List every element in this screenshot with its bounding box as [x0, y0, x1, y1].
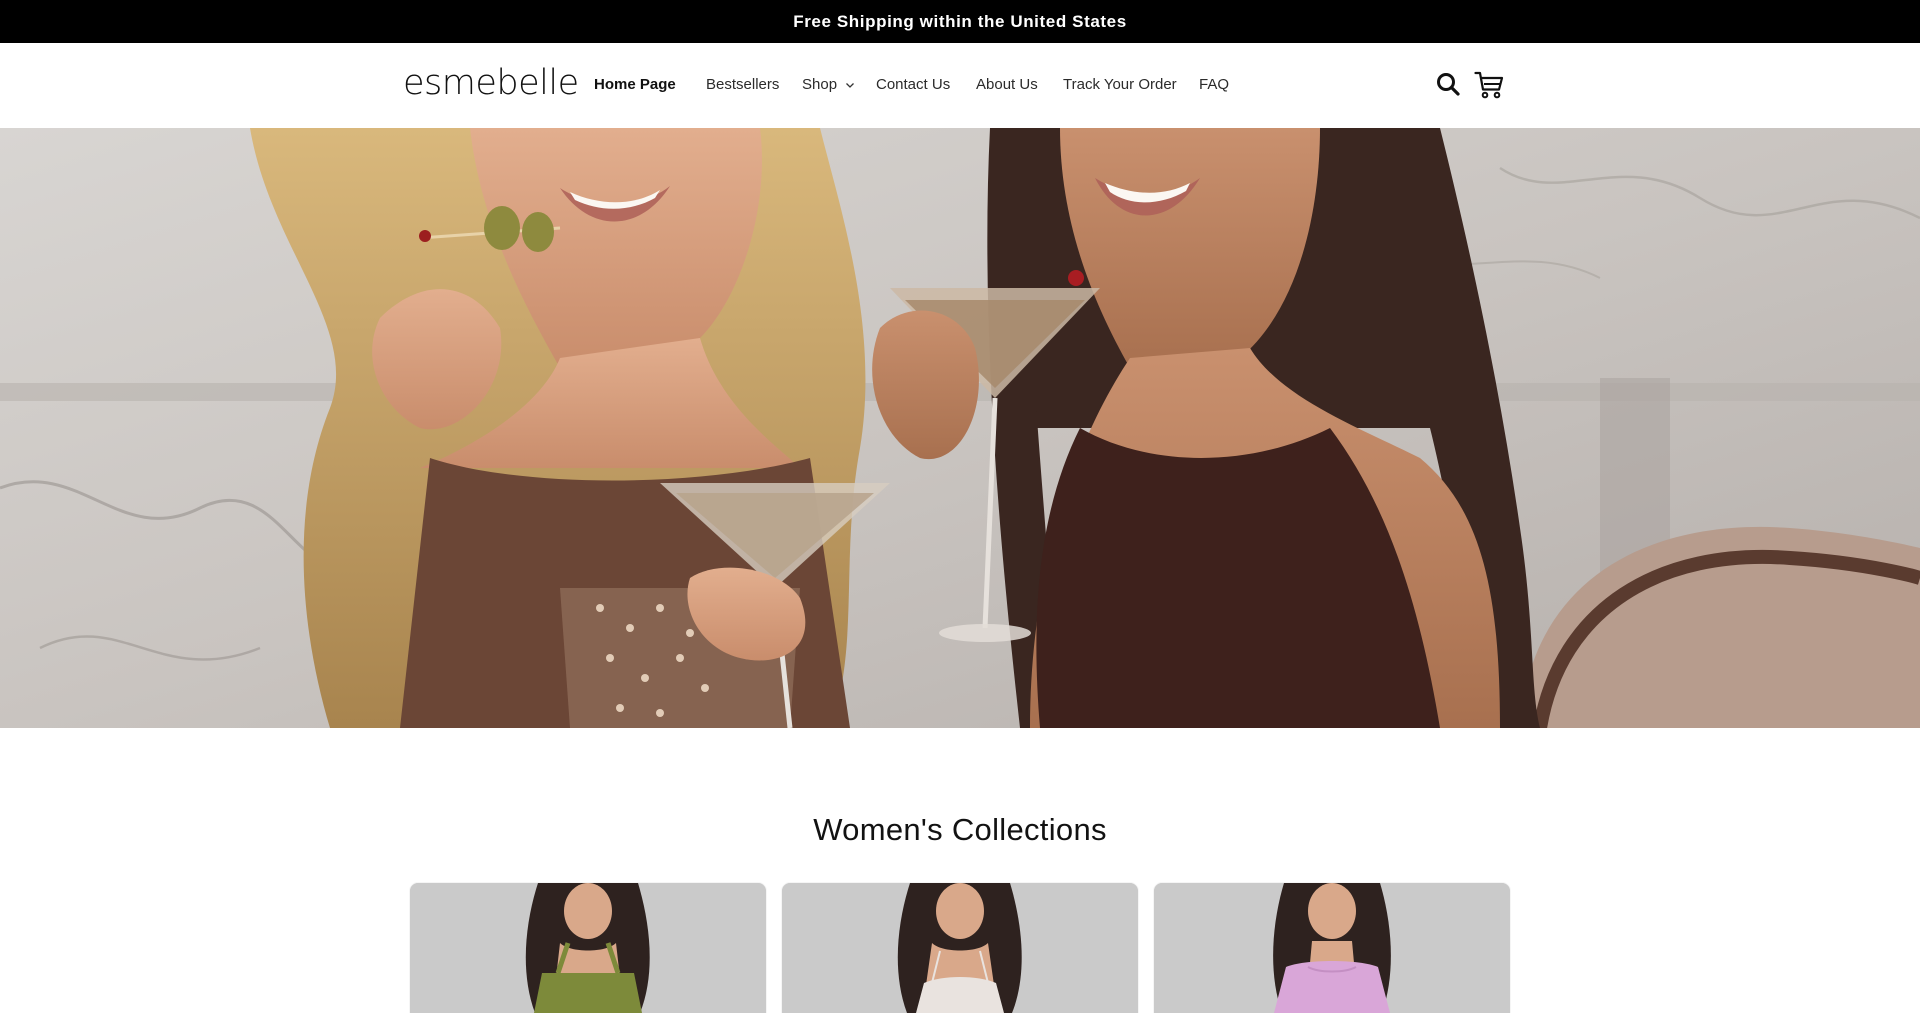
- site-logo[interactable]: esmebelle: [403, 63, 579, 103]
- collection-card[interactable]: [782, 883, 1138, 1013]
- nav-contact[interactable]: Contact Us: [876, 76, 950, 93]
- chevron-down-icon: [846, 82, 855, 88]
- nav-label: Home Page: [594, 76, 676, 93]
- nav-label: Track Your Order: [1063, 76, 1177, 93]
- announcement-text: Free Shipping within the United States: [793, 11, 1127, 31]
- nav-bestsellers[interactable]: Bestsellers: [706, 76, 779, 93]
- collection-image: [410, 883, 766, 1013]
- collection-card[interactable]: [410, 883, 766, 1013]
- nav-faq[interactable]: FAQ: [1199, 76, 1229, 93]
- collection-image: [1154, 883, 1510, 1013]
- nav-label: Contact Us: [876, 76, 951, 93]
- section-title: Women's Collections: [813, 812, 1107, 847]
- nav-home[interactable]: Home Page: [594, 76, 676, 93]
- search-icon[interactable]: [1436, 72, 1460, 98]
- cart-icon[interactable]: [1474, 70, 1504, 100]
- hero-image: [0, 128, 1920, 728]
- nav-track-order[interactable]: Track Your Order: [1063, 76, 1177, 93]
- nav-shop[interactable]: Shop: [802, 76, 855, 93]
- nav-label: FAQ: [1199, 76, 1230, 93]
- nav-label: Shop: [802, 76, 838, 93]
- collection-image: [782, 883, 1138, 1013]
- collection-card[interactable]: [1154, 883, 1510, 1013]
- announcement-bar: Free Shipping within the United States: [0, 0, 1920, 43]
- nav-label: Bestsellers: [706, 76, 780, 93]
- nav-label: About Us: [976, 76, 1038, 93]
- nav-about[interactable]: About Us: [976, 76, 1038, 93]
- hero-banner[interactable]: [0, 128, 1920, 728]
- site-header: esmebelle Home Page Bestsellers Shop Con…: [0, 43, 1920, 128]
